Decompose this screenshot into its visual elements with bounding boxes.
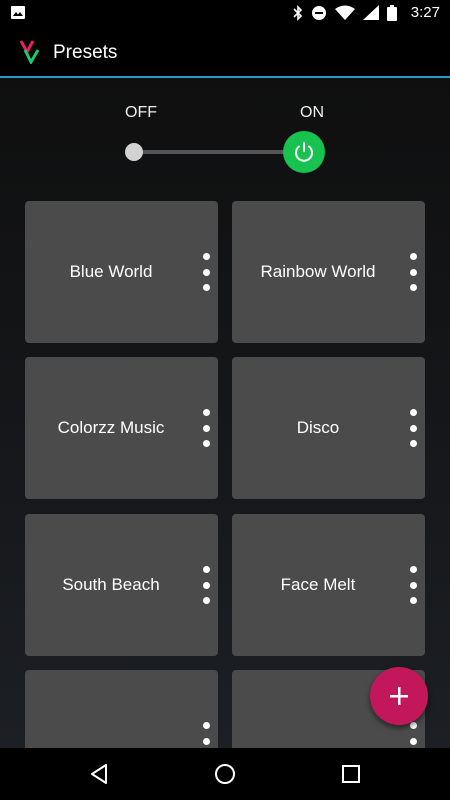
preset-label: Face Melt <box>280 575 356 594</box>
power-icon <box>295 142 313 162</box>
home-icon <box>215 764 235 784</box>
power-slider-off-knob[interactable] <box>125 143 143 161</box>
battery-icon <box>386 4 397 21</box>
more-options-icon[interactable] <box>409 409 417 447</box>
add-preset-button[interactable] <box>370 667 428 725</box>
presets-content: OFF ON Blue World Rainbow World Colorzz … <box>0 78 450 748</box>
preset-tile[interactable]: Rainbow World <box>232 201 425 343</box>
recents-button[interactable] <box>339 762 363 786</box>
system-nav-bar <box>0 748 450 800</box>
plus-icon <box>390 687 408 705</box>
do-not-disturb-icon <box>311 5 326 20</box>
power-button[interactable] <box>283 131 325 173</box>
status-time: 3:27 <box>410 4 440 21</box>
more-options-icon[interactable] <box>202 409 210 447</box>
home-button[interactable] <box>213 762 237 786</box>
signal-icon <box>362 5 379 20</box>
image-icon <box>11 6 25 19</box>
preset-tile[interactable]: Blue World <box>25 201 218 343</box>
preset-tile[interactable]: Colorzz Music <box>25 357 218 499</box>
preset-tile[interactable]: South Beach <box>25 514 218 656</box>
wifi-icon <box>334 5 355 20</box>
status-bar: 3:27 <box>0 0 450 26</box>
power-slider-track[interactable] <box>133 150 303 154</box>
power-on-label: ON <box>300 104 324 121</box>
more-options-icon[interactable] <box>409 253 417 291</box>
recents-icon <box>342 765 360 783</box>
more-options-icon[interactable] <box>202 253 210 291</box>
preset-tile[interactable] <box>25 670 218 748</box>
preset-tile[interactable]: Disco <box>232 357 425 499</box>
more-options-icon[interactable] <box>409 722 417 748</box>
preset-label: Blue World <box>69 262 153 281</box>
bluetooth-icon <box>293 4 302 21</box>
more-options-icon[interactable] <box>409 566 417 604</box>
preset-label: Disco <box>296 418 340 437</box>
preset-label: Colorzz Music <box>57 418 165 437</box>
app-bar: Presets <box>0 26 450 77</box>
preset-tile[interactable]: Face Melt <box>232 514 425 656</box>
preset-label: Rainbow World <box>260 262 376 281</box>
back-button[interactable] <box>87 762 111 786</box>
preset-label <box>25 670 197 748</box>
app-logo <box>19 40 40 69</box>
more-options-icon[interactable] <box>202 722 210 748</box>
preset-label: South Beach <box>62 575 160 594</box>
power-off-label: OFF <box>125 104 157 121</box>
more-options-icon[interactable] <box>202 566 210 604</box>
back-icon <box>91 764 107 784</box>
power-toggle-row: OFF ON <box>0 78 450 188</box>
page-title: Presets <box>53 42 118 63</box>
